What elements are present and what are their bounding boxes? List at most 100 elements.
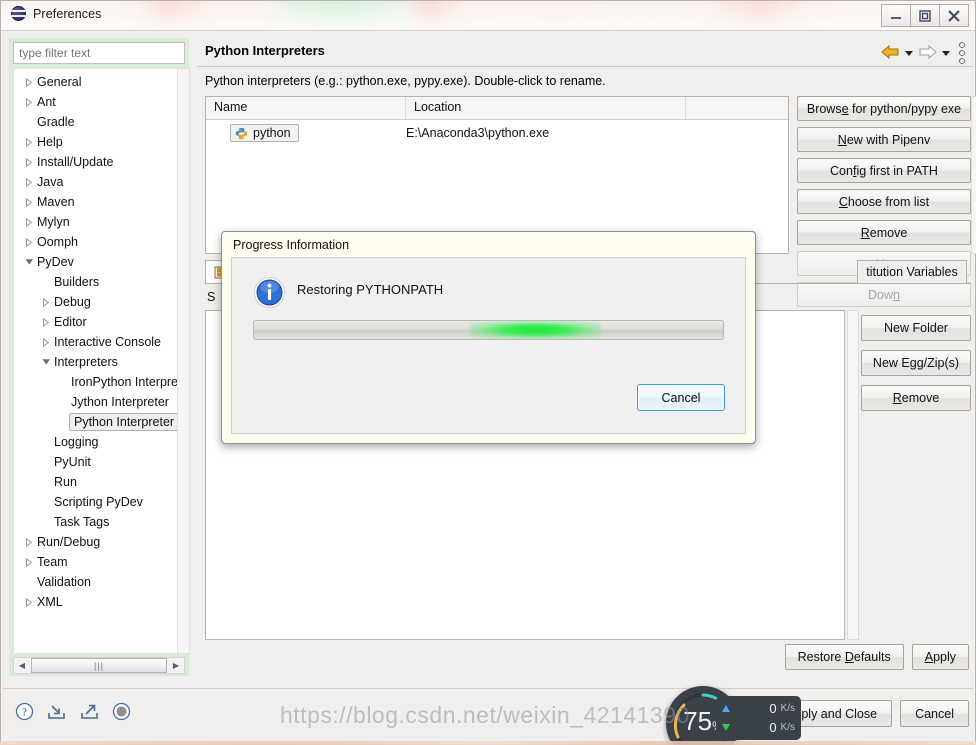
- sidebar-item-logging[interactable]: Logging: [14, 432, 184, 452]
- filter-input[interactable]: [13, 42, 185, 64]
- progress-bar-indicator: [469, 321, 602, 339]
- chevron-right-icon[interactable]: [22, 97, 36, 107]
- btn-remove[interactable]: Remove: [797, 220, 971, 245]
- sidebar-item-install-update[interactable]: Install/Update: [14, 152, 184, 172]
- tab-string-substitution-variables[interactable]: titution Variables: [857, 260, 967, 283]
- chevron-right-icon[interactable]: [22, 597, 36, 607]
- circle-icon[interactable]: [112, 702, 131, 724]
- column-header-location[interactable]: Location: [406, 97, 686, 119]
- chevron-right-icon[interactable]: [22, 137, 36, 147]
- window-title-group: Preferences: [11, 6, 102, 21]
- sidebar-item-team[interactable]: Team: [14, 552, 184, 572]
- table-row[interactable]: python E:\Anaconda3\python.exe: [206, 120, 788, 146]
- sidebar-item-gradle[interactable]: Gradle: [14, 112, 184, 132]
- cell-interpreter-name[interactable]: python: [206, 124, 406, 142]
- sidebar-item-label: Gradle: [37, 115, 75, 129]
- btn-restore-defaults[interactable]: Restore Defaults: [784, 644, 904, 670]
- column-header-name[interactable]: Name: [206, 97, 406, 119]
- sidebar-item-run[interactable]: Run: [14, 472, 184, 492]
- sidebar-item-task-tags[interactable]: Task Tags: [14, 512, 184, 532]
- forward-dropdown-icon[interactable]: [942, 50, 950, 56]
- btn-browse-for-python-pypy-exe[interactable]: Browse for python/pypy exe: [797, 96, 971, 121]
- tree-vertical-scrollbar[interactable]: [177, 68, 190, 654]
- interpreter-chip[interactable]: python: [230, 124, 299, 142]
- progress-information-dialog: Progress Information Restoring PYTHONPAT…: [221, 231, 756, 444]
- sidebar-item-python-interpreter[interactable]: Python Interpreter: [14, 412, 184, 432]
- btn-cancel[interactable]: Cancel: [900, 700, 969, 727]
- btn-remove[interactable]: Remove: [861, 385, 971, 411]
- page-title: Python Interpreters: [205, 43, 325, 58]
- sidebar-item-scripting-pydev[interactable]: Scripting PyDev: [14, 492, 184, 512]
- forward-arrow-icon[interactable]: [918, 44, 937, 62]
- dialog-cancel-button[interactable]: Cancel: [637, 384, 725, 411]
- chevron-right-icon[interactable]: [39, 337, 53, 347]
- button-label: Apply: [924, 650, 956, 664]
- scroll-thumb[interactable]: |||: [31, 658, 167, 673]
- back-dropdown-icon[interactable]: [905, 50, 913, 56]
- sidebar-item-interpreters[interactable]: Interpreters: [14, 352, 184, 372]
- tab-label: titution Variables: [866, 265, 958, 279]
- chevron-right-icon[interactable]: [22, 237, 36, 247]
- view-menu-icon[interactable]: [955, 42, 969, 64]
- import-icon[interactable]: [46, 702, 67, 724]
- sidebar-item-run-debug[interactable]: Run/Debug: [14, 532, 184, 552]
- sidebar-item-label: Interpreters: [54, 355, 118, 369]
- chevron-right-icon[interactable]: [22, 157, 36, 167]
- chevron-right-icon[interactable]: [39, 297, 53, 307]
- close-icon[interactable]: [939, 4, 969, 27]
- chevron-right-icon[interactable]: [22, 197, 36, 207]
- chevron-right-icon[interactable]: [22, 537, 36, 547]
- pythonpath-vertical-scrollbar[interactable]: [847, 310, 859, 640]
- sidebar-item-debug[interactable]: Debug: [14, 292, 184, 312]
- help-icon[interactable]: ?: [15, 702, 34, 724]
- sidebar-item-label: Editor: [54, 315, 87, 329]
- restore-icon[interactable]: [910, 4, 940, 27]
- sidebar-item-builders[interactable]: Builders: [14, 272, 184, 292]
- btn-new-egg-zip-s[interactable]: New Egg/Zip(s): [861, 350, 971, 376]
- sidebar-item-ant[interactable]: Ant: [14, 92, 184, 112]
- chevron-down-icon[interactable]: [39, 358, 53, 366]
- sidebar-item-maven[interactable]: Maven: [14, 192, 184, 212]
- sidebar-item-xml[interactable]: XML: [14, 592, 184, 612]
- btn-new-with-pipenv[interactable]: New with Pipenv: [797, 127, 971, 152]
- table-vertical-scrollbar[interactable]: [971, 96, 976, 254]
- sidebar-item-java[interactable]: Java: [14, 172, 184, 192]
- chevron-down-icon[interactable]: [22, 258, 36, 266]
- column-header-extra[interactable]: [686, 97, 788, 119]
- preferences-tree[interactable]: General Ant Gradle Help Install/Update Java Ma…: [13, 68, 185, 654]
- system-pythonpath-label: S: [207, 290, 216, 304]
- btn-apply[interactable]: Apply: [911, 644, 969, 670]
- download-speed-value: 0: [769, 720, 777, 735]
- tree-horizontal-scrollbar[interactable]: ◀ ||| ▶: [13, 657, 185, 674]
- sidebar-item-validation[interactable]: Validation: [14, 572, 184, 592]
- progress-bar: [253, 320, 724, 340]
- chevron-right-icon[interactable]: [22, 177, 36, 187]
- minimize-icon[interactable]: [881, 4, 911, 27]
- sidebar-item-mylyn[interactable]: Mylyn: [14, 212, 184, 232]
- sidebar-item-help[interactable]: Help: [14, 132, 184, 152]
- sidebar-item-ironpython-interprete[interactable]: IronPython Interprete: [14, 372, 184, 392]
- sidebar-item-editor[interactable]: Editor: [14, 312, 184, 332]
- scroll-left-icon[interactable]: ◀: [14, 661, 30, 670]
- btn-new-folder[interactable]: New Folder: [861, 315, 971, 341]
- network-speed-panel[interactable]: 0 K/s 0 K/s: [716, 696, 801, 740]
- export-icon[interactable]: [79, 702, 100, 724]
- sidebar-item-label: Debug: [54, 295, 91, 309]
- chevron-right-icon[interactable]: [22, 217, 36, 227]
- btn-choose-from-list[interactable]: Choose from list: [797, 189, 971, 214]
- sidebar-item-oomph[interactable]: Oomph: [14, 232, 184, 252]
- sidebar-item-label: PyUnit: [54, 455, 91, 469]
- chevron-right-icon[interactable]: [39, 317, 53, 327]
- back-arrow-icon[interactable]: [881, 44, 900, 62]
- sidebar-item-pyunit[interactable]: PyUnit: [14, 452, 184, 472]
- sidebar-item-interactive-console[interactable]: Interactive Console: [14, 332, 184, 352]
- btn-config-first-in-path[interactable]: Config first in PATH: [797, 158, 971, 183]
- cell-interpreter-location: E:\Anaconda3\python.exe: [406, 126, 550, 140]
- sidebar-item-pydev[interactable]: PyDev: [14, 252, 184, 272]
- sidebar-item-label: Help: [37, 135, 63, 149]
- sidebar-item-jython-interpreter[interactable]: Jython Interpreter: [14, 392, 184, 412]
- scroll-right-icon[interactable]: ▶: [168, 661, 184, 670]
- chevron-right-icon[interactable]: [22, 557, 36, 567]
- sidebar-item-general[interactable]: General: [14, 72, 184, 92]
- chevron-right-icon[interactable]: [22, 77, 36, 87]
